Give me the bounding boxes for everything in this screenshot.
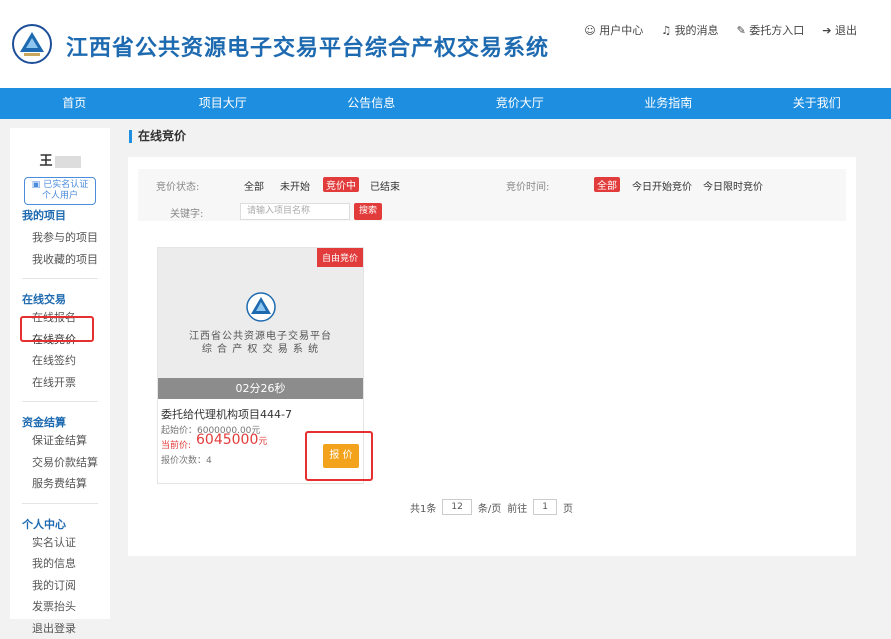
current-price-label: 当前价: (161, 438, 191, 451)
pager-size-suffix: 条/页 (478, 500, 501, 515)
time-today-start[interactable]: 今日开始竞价 (632, 178, 692, 193)
sidebar-item-signing[interactable]: 在线签约 (22, 350, 98, 372)
status-in-progress[interactable]: 竞价中 (323, 177, 359, 192)
logout-link[interactable]: ➔ 退出 (822, 22, 857, 38)
time-label: 竞价时间: (506, 178, 549, 193)
sidebar-item-payment[interactable]: 交易价款结算 (22, 452, 98, 474)
page-title: 在线竞价 (129, 130, 186, 143)
card-org-name: 江西省公共资源电子交易平台 综 合 产 权 交 易 系 统 (158, 330, 363, 356)
main-nav: 首页 项目大厅 公告信息 竞价大厅 业务指南 关于我们 (0, 88, 891, 119)
project-name[interactable]: 委托给代理机构项目444-7 (161, 406, 292, 422)
user-name: 王 (22, 150, 98, 169)
bid-count: 报价次数：4 (161, 453, 212, 466)
sidebar: 王 ▣ 已实名认证 个人用户 我的项目 我参与的项目 我收藏的项目 在线交易 在… (10, 128, 110, 619)
goto-page-input[interactable]: 1 (533, 499, 557, 515)
auth-badge[interactable]: ▣ 已实名认证 个人用户 (24, 177, 96, 205)
nav-home[interactable]: 首页 (0, 88, 149, 119)
status-ended[interactable]: 已结束 (370, 178, 400, 193)
pager-goto-suffix: 页 (563, 500, 573, 515)
divider (22, 401, 98, 402)
current-price: 6045000元 (196, 432, 267, 448)
divider (22, 278, 98, 279)
site-logo-icon[interactable] (12, 24, 52, 64)
id-card-icon: ▣ (32, 180, 41, 190)
header: 江西省公共资源电子交易平台综合产权交易系统 ☺ 用户中心 ♫ 我的消息 ✎ 委托… (0, 0, 891, 88)
countdown-timer: 02分26秒 (158, 378, 363, 399)
time-all[interactable]: 全部 (594, 177, 620, 192)
pager-goto-prefix: 前往 (507, 500, 527, 515)
sidebar-section-my-projects: 我的项目 (22, 207, 98, 223)
search-button[interactable]: 搜索 (354, 203, 382, 220)
status-label: 竞价状态: (156, 178, 199, 193)
divider (22, 503, 98, 504)
sidebar-section-personal: 个人中心 (22, 516, 98, 532)
site-title: 江西省公共资源电子交易平台综合产权交易系统 (66, 30, 549, 62)
highlight-box-online-bidding (20, 316, 94, 342)
sidebar-item-invoice[interactable]: 在线开票 (22, 372, 98, 394)
sidebar-item-favorites[interactable]: 我收藏的项目 (22, 249, 98, 271)
nav-bidding-hall[interactable]: 竞价大厅 (446, 88, 595, 119)
pager-total: 共1条 (410, 500, 436, 515)
free-bidding-badge: 自由竞价 (317, 248, 363, 267)
keyword-label: 关键字: (170, 205, 203, 220)
time-today-limit[interactable]: 今日限时竞价 (703, 178, 763, 193)
page-size-select[interactable]: 12 (442, 499, 471, 515)
platform-logo-icon (246, 292, 276, 322)
nav-project-hall[interactable]: 项目大厅 (149, 88, 298, 119)
sidebar-item-participated[interactable]: 我参与的项目 (22, 227, 98, 249)
sidebar-item-realname[interactable]: 实名认证 (22, 532, 98, 554)
status-all[interactable]: 全部 (244, 178, 264, 193)
pagination: 共1条 12 条/页 前往 1 页 (410, 499, 573, 515)
messages-link[interactable]: ♫ 我的消息 (661, 22, 718, 38)
sidebar-section-settlement: 资金结算 (22, 414, 98, 430)
sidebar-item-subscriptions[interactable]: 我的订阅 (22, 575, 98, 597)
user-center-link[interactable]: ☺ 用户中心 (584, 22, 643, 38)
card-image[interactable]: 自由竞价 江西省公共资源电子交易平台 综 合 产 权 交 易 系 统 02分26… (158, 248, 363, 398)
sidebar-section-online-trade: 在线交易 (22, 291, 98, 307)
sidebar-item-logout[interactable]: 退出登录 (22, 618, 98, 639)
nav-guide[interactable]: 业务指南 (594, 88, 743, 119)
sidebar-item-invoice-title[interactable]: 发票抬头 (22, 596, 98, 618)
sidebar-item-service-fee[interactable]: 服务费结算 (22, 473, 98, 495)
sidebar-item-deposit[interactable]: 保证金结算 (22, 430, 98, 452)
nav-announcements[interactable]: 公告信息 (297, 88, 446, 119)
top-links: ☺ 用户中心 ♫ 我的消息 ✎ 委托方入口 ➔ 退出 (584, 22, 857, 38)
nav-about[interactable]: 关于我们 (743, 88, 891, 119)
client-entry-link[interactable]: ✎ 委托方入口 (737, 22, 805, 38)
status-not-started[interactable]: 未开始 (280, 178, 310, 193)
main-panel: 竞价状态: 全部 未开始 竞价中 已结束 竞价时间: 全部 今日开始竞价 今日限… (128, 157, 856, 556)
keyword-input[interactable]: 请输入项目名称 (240, 203, 350, 220)
sidebar-item-my-info[interactable]: 我的信息 (22, 553, 98, 575)
name-blur (55, 156, 81, 168)
highlight-box-bid-button (305, 431, 373, 481)
